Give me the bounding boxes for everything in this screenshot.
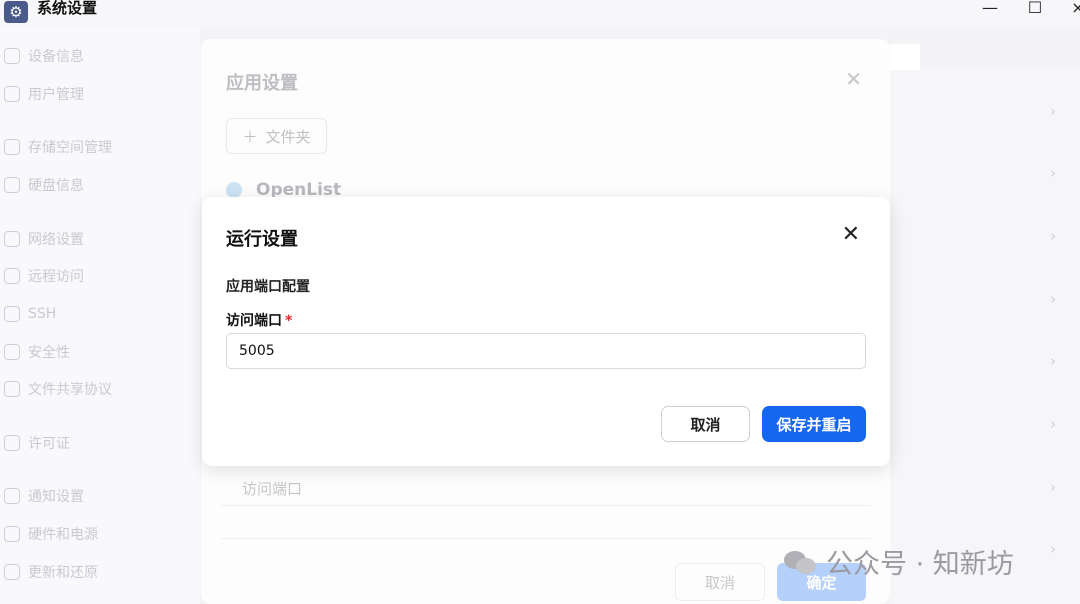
dialog-title: 应用设置	[226, 73, 298, 94]
sidebar-item-remote-access[interactable]: 远程访问	[4, 264, 84, 288]
close-icon[interactable]: ✕	[845, 67, 862, 91]
sidebar-item-file-share[interactable]: 文件共享协议	[4, 377, 112, 401]
background-list: › › › › › › › ›	[890, 70, 1080, 604]
security-icon	[4, 344, 20, 360]
watermark-text: 公众号 · 知新坊	[826, 549, 1014, 580]
plus-icon: ＋	[242, 127, 258, 146]
chevron-right-icon: ›	[1050, 290, 1056, 308]
add-folder-button[interactable]: ＋ 文件夹	[226, 118, 327, 154]
chevron-right-icon: ›	[1050, 352, 1056, 370]
openlist-icon	[226, 182, 242, 198]
sidebar-item-label: 硬盘信息	[28, 178, 84, 194]
window-title: 系统设置	[37, 0, 98, 17]
file-share-icon	[4, 381, 20, 397]
sidebar-item-label: 网络设置	[28, 232, 84, 248]
chevron-right-icon: ›	[1050, 540, 1056, 558]
gear-icon: ⚙	[4, 1, 28, 23]
sidebar-item-label: 文件共享协议	[28, 382, 112, 398]
sidebar-item-label: 许可证	[28, 436, 70, 452]
divider	[221, 538, 871, 539]
remote-icon	[4, 268, 20, 284]
sidebar-item-label: 通知设置	[28, 489, 84, 505]
port-row-label[interactable]: 访问端口	[242, 478, 302, 499]
sidebar-item-ssh[interactable]: SSH	[4, 302, 56, 326]
run-settings-modal: 运行设置 ✕ 应用端口配置 访问端口* 取消 保存并重启	[202, 197, 890, 466]
maximize-button[interactable]: ☐	[1023, 0, 1047, 18]
chevron-right-icon: ›	[1050, 478, 1056, 496]
sidebar-item-device-info[interactable]: 设备信息	[4, 44, 84, 68]
sidebar-item-label: 用户管理	[28, 87, 84, 103]
close-window-button[interactable]: ×	[1066, 0, 1080, 18]
watermark: 公众号 · 知新坊	[782, 542, 1014, 581]
sidebar: 设备信息 用户管理 存储空间管理 硬盘信息 网络设置 远程访问 SSH 安全性 …	[0, 28, 200, 604]
hardware-icon	[4, 526, 20, 542]
sidebar-item-security[interactable]: 安全性	[4, 340, 70, 364]
title-bar: ⚙ 系统设置 — ☐ ×	[0, 0, 1080, 28]
sidebar-item-hardware[interactable]: 硬件和电源	[4, 522, 98, 546]
modal-title: 运行设置	[226, 229, 298, 250]
chevron-right-icon: ›	[1050, 164, 1056, 182]
port-field-label: 访问端口 *	[226, 310, 292, 330]
sidebar-item-user-management[interactable]: 用户管理	[4, 82, 84, 106]
minimize-button[interactable]: —	[978, 0, 1002, 18]
user-icon	[4, 86, 20, 102]
sidebar-item-storage[interactable]: 存储空间管理	[4, 135, 112, 159]
network-icon	[4, 231, 20, 247]
ssh-icon	[4, 306, 20, 322]
section-label: 应用端口配置	[226, 279, 310, 295]
sidebar-item-label: 硬件和电源	[28, 527, 98, 543]
sidebar-item-label: SSH	[28, 306, 57, 322]
cancel-button[interactable]: 取消	[675, 563, 765, 601]
update-icon	[4, 564, 20, 580]
license-icon	[4, 435, 20, 451]
notification-icon	[4, 488, 20, 504]
sidebar-item-label: 更新和还原	[28, 565, 98, 581]
sidebar-item-update[interactable]: 更新和还原	[4, 560, 98, 584]
sidebar-item-disk-info[interactable]: 硬盘信息	[4, 173, 84, 197]
sidebar-item-label: 存储空间管理	[28, 140, 112, 156]
chevron-right-icon: ›	[1050, 102, 1056, 120]
port-field-label-text: 访问端口	[226, 313, 282, 329]
wechat-icon	[782, 547, 818, 577]
cancel-button[interactable]: 取消	[661, 406, 750, 442]
divider	[221, 505, 871, 506]
save-and-restart-button[interactable]: 保存并重启	[762, 406, 866, 442]
disk-icon	[4, 177, 20, 193]
sidebar-item-label: 安全性	[28, 345, 70, 361]
sidebar-item-license[interactable]: 许可证	[4, 431, 70, 455]
add-folder-label: 文件夹	[265, 127, 311, 146]
sidebar-item-label: 远程访问	[28, 269, 84, 285]
chevron-right-icon: ›	[1050, 415, 1056, 433]
device-icon	[4, 48, 20, 64]
close-icon[interactable]: ✕	[842, 223, 860, 247]
required-mark: *	[285, 313, 293, 329]
sidebar-item-label: 设备信息	[28, 49, 84, 65]
chevron-right-icon: ›	[1050, 227, 1056, 245]
sidebar-item-network[interactable]: 网络设置	[4, 227, 84, 251]
background-panel-edge	[890, 44, 920, 70]
sidebar-item-notifications[interactable]: 通知设置	[4, 484, 84, 508]
port-input[interactable]	[226, 333, 866, 369]
storage-icon	[4, 139, 20, 155]
